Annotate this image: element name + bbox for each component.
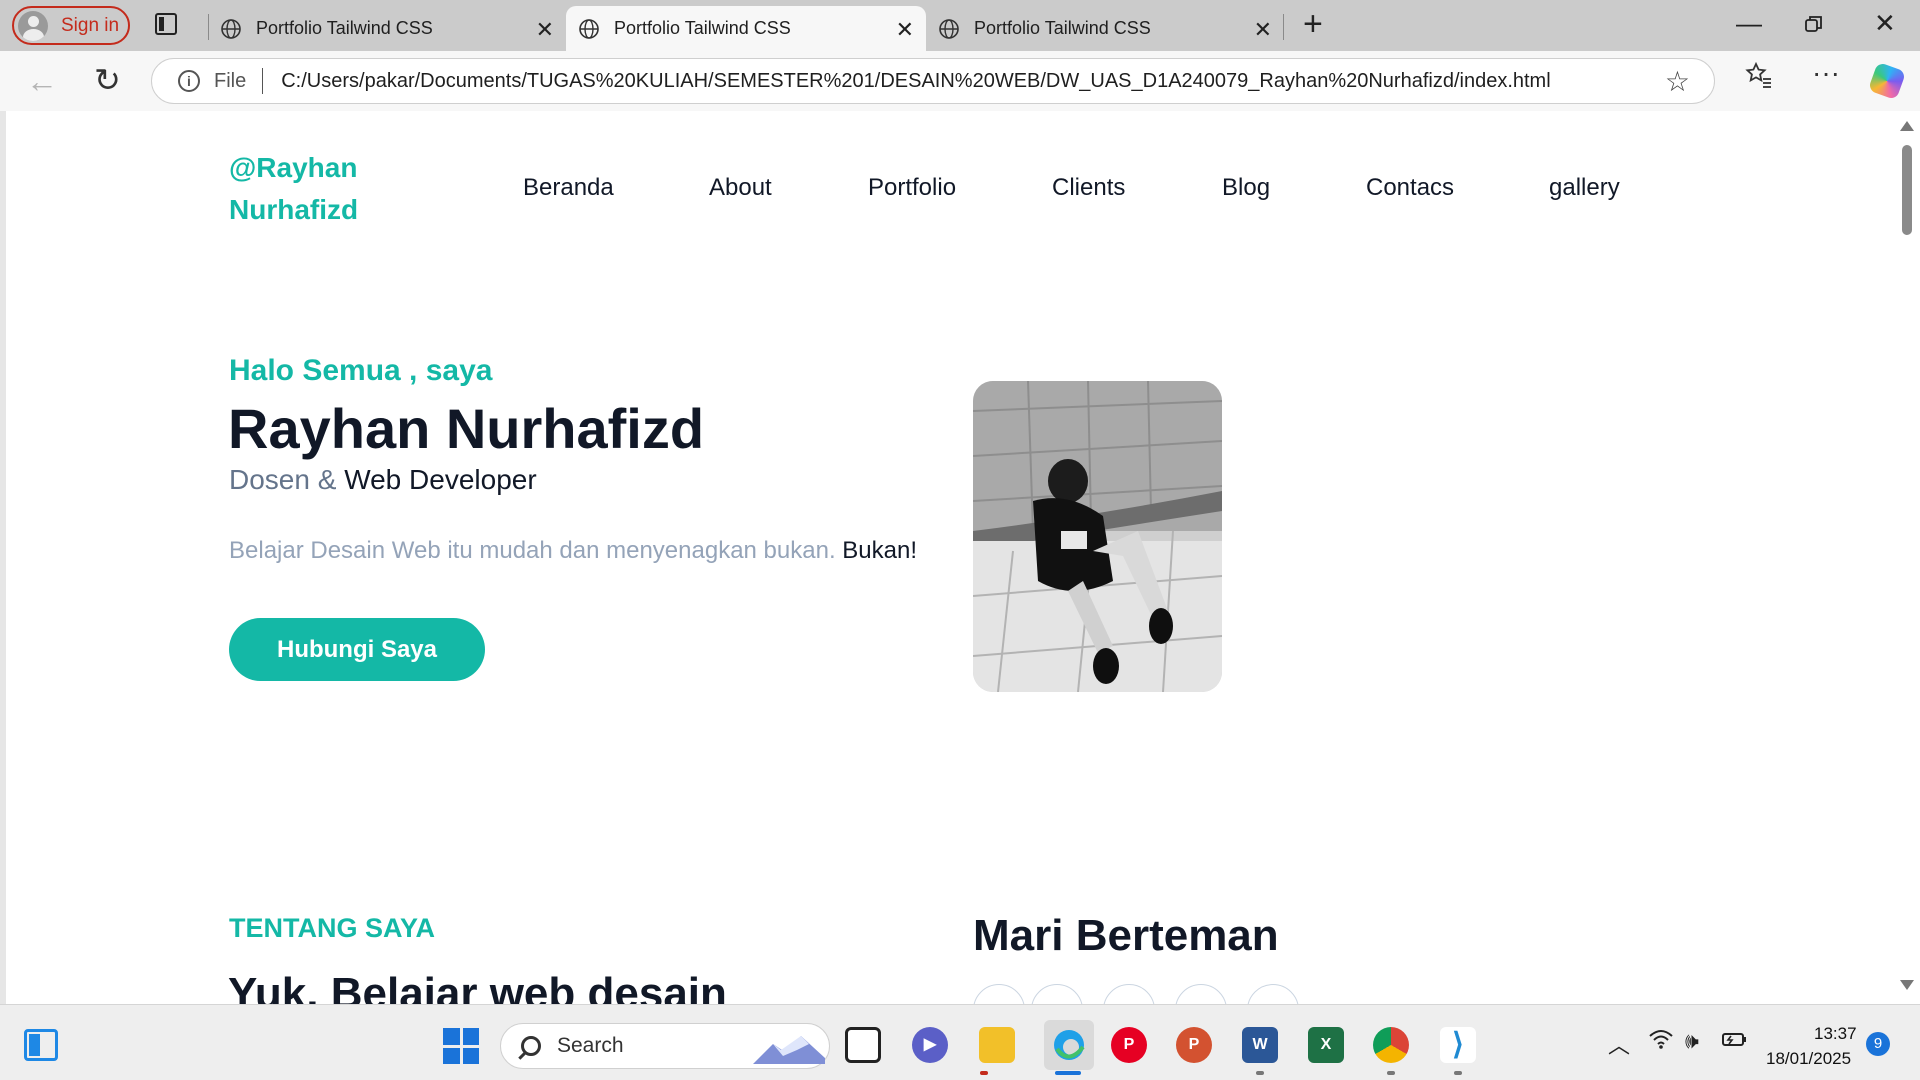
- role-part-2: Web Developer: [344, 464, 537, 495]
- minimize-icon[interactable]: —: [1736, 8, 1762, 39]
- hero-role: Dosen & Web Developer: [229, 464, 537, 496]
- tab-title: Portfolio Tailwind CSS: [974, 18, 1151, 38]
- vscode-icon[interactable]: ⟩: [1440, 1027, 1476, 1063]
- favorites-icon[interactable]: [1745, 61, 1773, 96]
- close-icon[interactable]: ✕: [896, 17, 914, 43]
- running-indicator: [980, 1071, 988, 1075]
- back-arrow-icon[interactable]: ←: [26, 63, 58, 100]
- zoom-meet-icon[interactable]: ▶: [912, 1027, 948, 1063]
- nav-link-portfolio[interactable]: Portfolio: [868, 174, 956, 202]
- info-icon[interactable]: i: [178, 70, 200, 92]
- tagline-part-2: Bukan!: [842, 537, 917, 564]
- about-label: TENTANG SAYA: [229, 913, 436, 943]
- restore-icon[interactable]: [1804, 10, 1824, 41]
- site-brand[interactable]: @Rayhan Nurhafizd: [229, 147, 358, 231]
- hero-tagline: Belajar Desain Web itu mudah dan menyena…: [229, 537, 917, 565]
- page-viewport: @Rayhan Nurhafizd Beranda About Portfoli…: [6, 111, 1893, 1004]
- profile-photo: [973, 381, 1222, 692]
- tab-title: Portfolio Tailwind CSS: [614, 18, 791, 38]
- tab-actions-icon[interactable]: [155, 13, 177, 35]
- show-hidden-icons-icon[interactable]: ︿: [1608, 1028, 1630, 1060]
- excel-icon[interactable]: X: [1308, 1027, 1344, 1063]
- edge-icon[interactable]: [1044, 1020, 1094, 1070]
- tab-3[interactable]: Portfolio Tailwind CSS ✕: [926, 6, 1284, 51]
- brand-line-1: @Rayhan: [229, 152, 358, 183]
- globe-icon: [220, 18, 242, 40]
- active-indicator: [1055, 1071, 1081, 1075]
- copilot-icon[interactable]: [1867, 61, 1907, 101]
- globe-icon: [578, 18, 600, 40]
- window-close-icon[interactable]: ✕: [1874, 8, 1896, 39]
- close-icon[interactable]: ✕: [1254, 17, 1272, 43]
- social-icon[interactable]: [1103, 984, 1155, 1004]
- widgets-icon[interactable]: [24, 1029, 58, 1061]
- sign-in-button[interactable]: Sign in: [12, 6, 130, 45]
- friends-title: Mari Berteman: [973, 911, 1279, 960]
- taskbar-search[interactable]: Search: [500, 1023, 830, 1069]
- tab-1[interactable]: Portfolio Tailwind CSS ✕: [208, 6, 566, 51]
- powerpoint-icon[interactable]: P: [1176, 1027, 1212, 1063]
- windows-taskbar: Search ▶ P P W X ⟩ ︿ 🕪 13:37 18/01/2025 …: [0, 1004, 1920, 1080]
- tab-2-active[interactable]: Portfolio Tailwind CSS ✕: [566, 6, 926, 51]
- running-indicator: [1454, 1071, 1462, 1075]
- nav-link-about[interactable]: About: [709, 174, 772, 202]
- scrollbar-thumb[interactable]: [1902, 145, 1912, 235]
- scroll-down-arrow-icon[interactable]: [1900, 980, 1914, 990]
- nav-link-contacs[interactable]: Contacs: [1366, 174, 1454, 202]
- wifi-icon[interactable]: [1648, 1028, 1674, 1056]
- contact-me-button[interactable]: Hubungi Saya: [229, 618, 485, 681]
- chrome-icon[interactable]: [1373, 1027, 1409, 1063]
- more-icon[interactable]: ···: [1812, 57, 1840, 89]
- browser-tab-strip: Sign in Portfolio Tailwind CSS ✕ Portfol…: [0, 0, 1920, 51]
- social-icon[interactable]: [973, 984, 1025, 1004]
- notification-badge[interactable]: 9: [1866, 1032, 1890, 1056]
- start-button[interactable]: [443, 1028, 479, 1064]
- url-text[interactable]: C:/Users/pakar/Documents/TUGAS%20KULIAH/…: [281, 70, 1550, 93]
- social-icon[interactable]: [1175, 984, 1227, 1004]
- nav-link-clients[interactable]: Clients: [1052, 174, 1125, 202]
- about-title: Yuk, Belajar web desain: [228, 969, 727, 1004]
- reload-icon[interactable]: ↻: [94, 61, 121, 99]
- search-label: Search: [557, 1034, 624, 1057]
- hero-name: Rayhan Nurhafizd: [228, 397, 705, 460]
- battery-icon[interactable]: [1720, 1028, 1748, 1056]
- task-view-icon[interactable]: [845, 1027, 881, 1063]
- search-icon: [521, 1036, 541, 1056]
- close-icon[interactable]: ✕: [536, 17, 554, 43]
- tab-title: Portfolio Tailwind CSS: [256, 18, 433, 38]
- new-tab-button[interactable]: +: [1303, 5, 1323, 44]
- address-bar[interactable]: i File C:/Users/pakar/Documents/TUGAS%20…: [151, 58, 1715, 104]
- favorite-star-icon[interactable]: ☆: [1665, 65, 1690, 98]
- globe-icon: [938, 18, 960, 40]
- page-scrollbar[interactable]: [1893, 111, 1920, 1004]
- hero-greeting: Halo Semua , saya: [229, 354, 493, 387]
- tab-divider: [1283, 14, 1284, 40]
- running-indicator: [1256, 1071, 1264, 1075]
- avatar-icon: [18, 10, 48, 41]
- social-icon[interactable]: [1247, 984, 1299, 1004]
- clock-date[interactable]: 18/01/2025: [1766, 1049, 1851, 1069]
- nav-link-gallery[interactable]: gallery: [1549, 174, 1620, 202]
- role-part-1: Dosen &: [229, 464, 337, 495]
- scroll-up-arrow-icon[interactable]: [1900, 121, 1914, 131]
- brand-line-2: Nurhafizd: [229, 194, 359, 225]
- pinterest-icon[interactable]: P: [1111, 1027, 1147, 1063]
- running-indicator: [1387, 1071, 1395, 1075]
- nav-link-beranda[interactable]: Beranda: [523, 174, 614, 202]
- tagline-part-1: Belajar Desain Web itu mudah dan menyena…: [229, 537, 836, 564]
- social-icon[interactable]: [1031, 984, 1083, 1004]
- nav-link-blog[interactable]: Blog: [1222, 174, 1270, 202]
- word-icon[interactable]: W: [1242, 1027, 1278, 1063]
- clock-time[interactable]: 13:37: [1814, 1024, 1857, 1044]
- address-divider: [262, 68, 264, 94]
- browser-toolbar: ← ↻ i File C:/Users/pakar/Documents/TUGA…: [0, 51, 1920, 111]
- search-highlight-icon: [753, 1036, 825, 1064]
- scheme-label: File: [214, 69, 247, 92]
- file-explorer-icon[interactable]: [979, 1027, 1015, 1063]
- sign-in-label: Sign in: [61, 14, 120, 36]
- volume-icon[interactable]: 🕪: [1685, 1028, 1699, 1054]
